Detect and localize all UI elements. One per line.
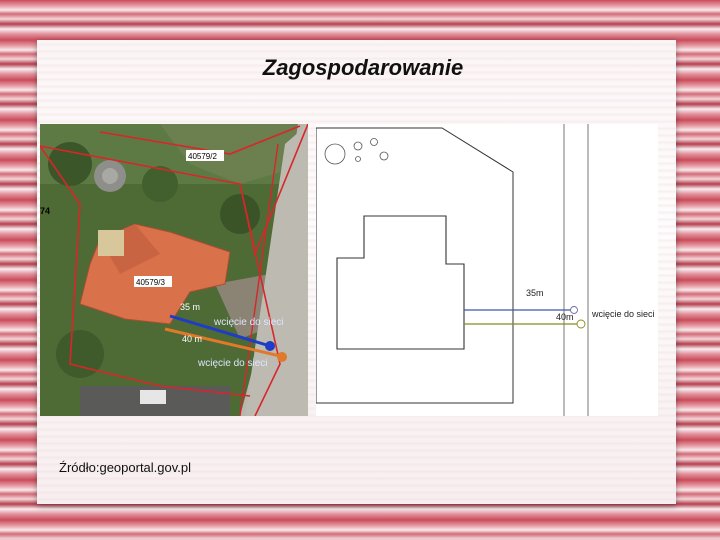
distance-label-35: 35 m xyxy=(180,302,200,312)
car xyxy=(140,390,166,404)
tree-symbol xyxy=(353,141,363,151)
distance-label-40: 40 m xyxy=(182,334,202,344)
tree-symbol xyxy=(355,156,361,162)
gazebo-top xyxy=(102,168,118,184)
tree xyxy=(220,194,260,234)
terrace xyxy=(98,230,124,256)
site-plan: 35m 40m wcięcie do sieci xyxy=(316,124,658,416)
site-plan-drawing: 35m 40m wcięcie do sieci xyxy=(316,124,655,416)
tree-symbol xyxy=(324,143,346,165)
slide-title: Zagospodarowanie xyxy=(262,55,464,80)
parcel-label-top: 40579/2 xyxy=(188,152,217,161)
plan-connection-label: wcięcie do sieci xyxy=(591,309,655,319)
tree-symbol xyxy=(370,138,378,146)
connection-label-2: wcięcie do sieci xyxy=(197,358,267,369)
tree-symbol xyxy=(379,151,389,161)
parcel-label-edge: 74 xyxy=(40,206,50,216)
connection-label-1: wcięcie do sieci xyxy=(213,317,283,328)
source-caption: Źródło:geoportal.gov.pl xyxy=(59,460,192,475)
plan-point-40m xyxy=(576,319,586,329)
parcel-outline xyxy=(316,127,514,404)
aerial-photo-map: 40579/2 40579/3 74 35 m 40 m wcięcie do … xyxy=(40,124,308,416)
connection-point-35m xyxy=(265,341,275,351)
connection-point-40m xyxy=(277,352,287,362)
aerial-photo: 40579/2 40579/3 74 35 m 40 m wcięcie do … xyxy=(40,124,308,416)
parcel-label-main: 40579/3 xyxy=(136,278,165,287)
plan-distance-35: 35m xyxy=(526,288,544,298)
plan-distance-40: 40m xyxy=(556,312,574,322)
building-outline xyxy=(336,215,465,350)
